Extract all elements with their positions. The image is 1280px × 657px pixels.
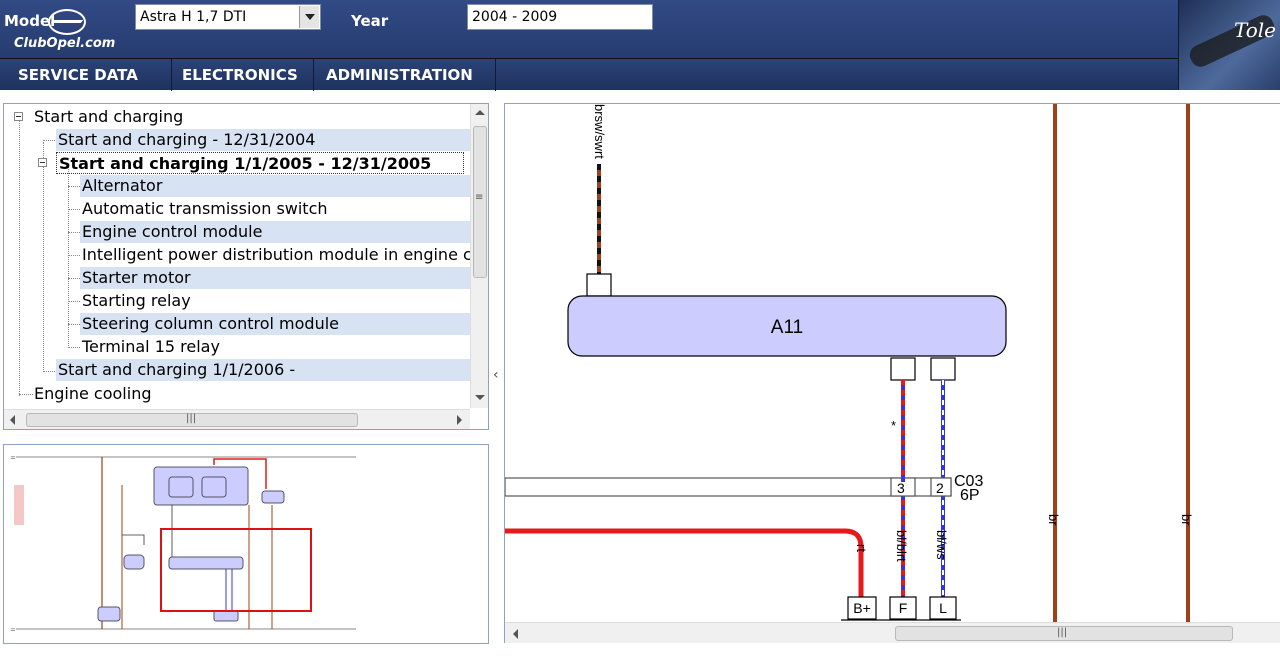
tree-node[interactable]: Steering column control module <box>80 313 470 335</box>
pin-number: 3 <box>897 480 905 496</box>
tree-node[interactable]: Intelligent power distribution module in… <box>80 244 470 266</box>
scroll-up-icon[interactable] <box>475 110 485 115</box>
main-nav: SERVICE DATA ELECTRONICS ADMINISTRATION <box>0 58 1178 91</box>
tree-line <box>68 324 80 325</box>
year-label: Year <box>351 12 389 30</box>
connector-pin-l <box>930 357 956 381</box>
tree-line <box>68 278 80 279</box>
wire-label-blws: bl/ws <box>934 530 949 560</box>
tree-node-label: Steering column control module <box>82 314 340 333</box>
year-field[interactable]: 2004 - 2009 <box>467 4 653 30</box>
terminal-label: F <box>899 600 908 616</box>
tree-line <box>68 209 80 210</box>
tree-node-label: Engine control module <box>82 222 263 241</box>
overview-minimap: = = <box>10 454 356 634</box>
tree-line <box>68 347 80 348</box>
wire-label-blblrt: bl/blrt <box>894 530 909 562</box>
module-label: A11 <box>771 317 803 338</box>
pin-number: 2 <box>936 480 944 496</box>
tree-node-label: Start and charging <box>34 107 184 126</box>
nav-electronics[interactable]: ELECTRONICS <box>170 59 314 91</box>
nav-administration[interactable]: ADMINISTRATION <box>314 59 496 91</box>
tree-node[interactable]: Starting relay <box>80 290 470 312</box>
connector-pin-top <box>586 273 612 297</box>
tree-line <box>43 140 57 141</box>
svg-text:=: = <box>10 626 16 634</box>
collapse-icon[interactable] <box>14 112 23 121</box>
chevron-down-icon[interactable] <box>299 6 319 28</box>
scroll-left-icon[interactable] <box>10 415 15 425</box>
scroll-left-icon[interactable] <box>513 629 518 639</box>
collapse-icon[interactable] <box>38 158 47 167</box>
scroll-right-icon[interactable] <box>457 415 462 425</box>
tree-node[interactable]: Terminal 15 relay <box>80 336 470 358</box>
tree-vertical-scrollbar[interactable]: ≡ <box>470 104 488 408</box>
tree-node-label: Engine cooling <box>34 384 152 403</box>
wire-label-br: br <box>1179 514 1194 526</box>
grip-icon: ≡ <box>475 192 484 203</box>
tree-node[interactable]: Automatic transmission switch <box>80 198 470 220</box>
brand-banner: Tole <box>1178 0 1280 90</box>
tree-node-label: Starting relay <box>82 291 191 310</box>
connector-c03 <box>505 477 952 497</box>
tree-line <box>19 394 33 395</box>
tree-line <box>68 255 80 256</box>
wire-label-br: br <box>1046 514 1061 526</box>
wire-rt <box>505 528 864 598</box>
tree-node-label: Start and charging - 12/31/2004 <box>58 130 316 149</box>
connector-pins: 6P <box>960 487 980 504</box>
tree-line <box>68 232 80 233</box>
tree-line <box>68 166 69 348</box>
tree-view: Start and charging Start and charging - … <box>3 103 489 430</box>
wiring-diagram: brsw/swrt A11 * 3 2 C03 6P rt bl/blrt bl… <box>505 104 1194 622</box>
connector-pin-f <box>890 357 916 381</box>
model-select-value: Astra H 1,7 DTI <box>140 9 247 25</box>
tree-line <box>43 371 57 372</box>
app-header: Model ClubOpel.com Astra H 1,7 DTI Year … <box>0 0 1280 58</box>
tree-node[interactable]: Engine cooling <box>32 383 470 405</box>
tree-line <box>68 301 80 302</box>
tree-node[interactable]: Start and charging 1/1/2006 - <box>56 359 470 381</box>
tree-node-label: Intelligent power distribution module in… <box>82 245 470 264</box>
tree-node-label: Automatic transmission switch <box>82 199 328 218</box>
tree-line <box>19 120 20 396</box>
chevron-left-icon[interactable]: ‹ <box>493 367 501 383</box>
terminal-label: L <box>939 600 947 616</box>
year-field-value: 2004 - 2009 <box>472 9 558 25</box>
tree-node-label: Starter motor <box>82 268 191 287</box>
svg-text:=: = <box>10 454 16 462</box>
brand-banner-text: Tole <box>1233 18 1276 42</box>
tree-node-label: Alternator <box>82 176 163 195</box>
asterisk-note: * <box>891 418 896 433</box>
tree-node-label: Start and charging 1/1/2005 - 12/31/2005 <box>59 154 432 173</box>
tree-node[interactable]: Engine control module <box>80 221 470 243</box>
wire-label-rt: rt <box>854 544 869 552</box>
model-select[interactable]: Astra H 1,7 DTI <box>135 4 321 30</box>
grip-icon: ||| <box>1057 627 1068 638</box>
diagram-horizontal-scrollbar[interactable]: ||| <box>505 622 1280 643</box>
tree-node[interactable]: Starter motor <box>80 267 470 289</box>
tree-line <box>43 142 44 372</box>
tree-node[interactable]: Alternator <box>80 175 470 197</box>
tree-node-selected[interactable]: Start and charging 1/1/2005 - 12/31/2005 <box>56 152 464 174</box>
brand-name: ClubOpel.com <box>14 36 116 51</box>
opel-bolt-icon <box>50 20 84 23</box>
tree-node-label: Terminal 15 relay <box>82 337 220 356</box>
diagram-overview[interactable]: = = <box>3 444 489 644</box>
tree-node[interactable]: Start and charging <box>32 106 470 128</box>
scroll-down-icon[interactable] <box>475 395 485 400</box>
grip-icon: ||| <box>186 413 197 424</box>
nav-service-data[interactable]: SERVICE DATA <box>6 59 172 91</box>
tree-node-label: Start and charging 1/1/2006 - <box>58 360 296 379</box>
terminal-label: B+ <box>853 600 871 616</box>
wire-label-top: brsw/swrt <box>592 104 607 159</box>
wiring-diagram-viewer[interactable]: brsw/swrt A11 * 3 2 C03 6P rt bl/blrt bl… <box>504 103 1280 643</box>
tree-line <box>68 186 80 187</box>
tree-node[interactable]: Start and charging - 12/31/2004 <box>56 129 470 151</box>
tree-horizontal-scrollbar[interactable]: ||| <box>4 409 470 429</box>
